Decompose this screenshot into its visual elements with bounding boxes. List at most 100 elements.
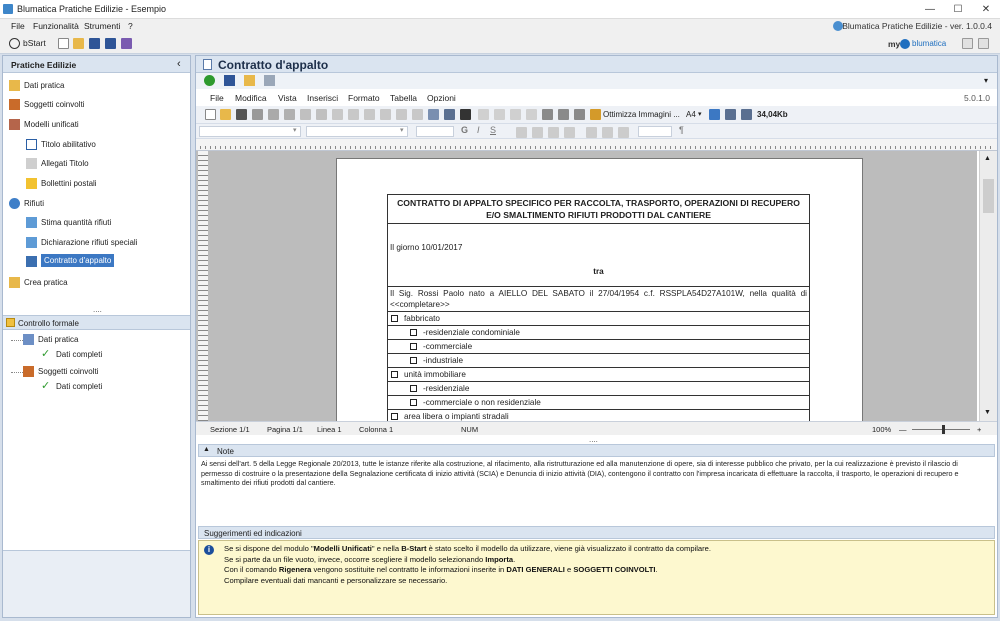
undo-icon[interactable]: [300, 109, 311, 120]
open-icon[interactable]: [220, 109, 231, 120]
page-layout-icon[interactable]: [709, 109, 720, 120]
bstart-button[interactable]: bStart: [23, 38, 46, 48]
italic-icon[interactable]: I: [477, 125, 480, 135]
zoom-out-icon[interactable]: —: [899, 425, 907, 434]
maximize-button[interactable]: ☐: [944, 0, 972, 19]
splitter-grip[interactable]: ....: [93, 305, 102, 314]
page-width-icon[interactable]: [725, 109, 736, 120]
preview-icon[interactable]: [558, 109, 569, 120]
link-icon[interactable]: [364, 109, 375, 120]
vertical-scrollbar[interactable]: ▲ ▼: [979, 151, 997, 421]
contract-row: unità immobiliare: [387, 367, 810, 382]
zoom-slider-track[interactable]: [912, 425, 970, 434]
refresh-icon[interactable]: [204, 75, 215, 86]
bullets-icon[interactable]: [586, 127, 597, 138]
checkbox[interactable]: [410, 399, 417, 406]
image-icon[interactable]: [348, 109, 359, 120]
checkbox[interactable]: [410, 329, 417, 336]
spellcheck-icon[interactable]: [574, 109, 585, 120]
checkbox[interactable]: [410, 385, 417, 392]
underline-icon[interactable]: S: [490, 125, 496, 135]
copy-icon[interactable]: [268, 109, 279, 120]
checkbox[interactable]: [391, 413, 398, 420]
cell-split-icon[interactable]: [494, 109, 505, 120]
vertical-ruler[interactable]: [198, 151, 208, 421]
field-icon[interactable]: [380, 109, 391, 120]
row-insert-icon[interactable]: [510, 109, 521, 120]
splitter-grip[interactable]: ....: [589, 435, 598, 444]
scroll-thumb[interactable]: [983, 179, 994, 213]
editor-menu-vista[interactable]: Vista: [278, 93, 297, 103]
new-doc-icon[interactable]: [205, 109, 216, 120]
redo-icon[interactable]: [316, 109, 327, 120]
paste-icon[interactable]: [284, 109, 295, 120]
indent-icon[interactable]: [618, 127, 629, 138]
cell-merge-icon[interactable]: [478, 109, 489, 120]
user-icon[interactable]: [962, 38, 973, 49]
zoom-in-icon[interactable]: +: [977, 425, 981, 434]
minimize-button[interactable]: —: [916, 0, 944, 19]
checkbox[interactable]: [410, 357, 417, 364]
columns-icon[interactable]: [428, 109, 439, 120]
menu-file[interactable]: File: [11, 21, 25, 31]
save-icon[interactable]: [224, 75, 235, 86]
editor-menu-modifica[interactable]: Modifica: [235, 93, 267, 103]
open-folder-icon[interactable]: [73, 38, 84, 49]
move-icon[interactable]: [741, 109, 752, 120]
justify-icon[interactable]: [564, 127, 575, 138]
checkbox[interactable]: [391, 371, 398, 378]
section-icon[interactable]: [444, 109, 455, 120]
editor-menu-opzioni[interactable]: Opzioni: [427, 93, 456, 103]
settings-icon[interactable]: [978, 38, 989, 49]
optimize-images-button[interactable]: Ottimizza Immagini ...: [603, 110, 680, 119]
page-size-select[interactable]: A4: [686, 110, 696, 119]
chevron-down-icon[interactable]: ▾: [698, 110, 702, 118]
save-icon[interactable]: [89, 38, 100, 49]
cut-icon[interactable]: [236, 109, 247, 120]
horizontal-ruler[interactable]: [196, 139, 997, 151]
font-size-select[interactable]: [416, 126, 454, 137]
table-icon[interactable]: [332, 109, 343, 120]
editor-menu-file[interactable]: File: [210, 93, 224, 103]
zoom-slider-thumb[interactable]: [942, 425, 946, 434]
close-button[interactable]: ✕: [972, 0, 1000, 19]
menu-funzionalita[interactable]: Funzionalità: [33, 21, 79, 31]
scroll-down-icon[interactable]: ▼: [984, 409, 991, 416]
collapse-icon[interactable]: ▲: [203, 446, 210, 453]
font-select[interactable]: [306, 126, 408, 137]
notes-text[interactable]: Ai sensi dell'art. 5 della Legge Regiona…: [201, 459, 984, 518]
optimize-images-icon[interactable]: [590, 109, 601, 120]
save-all-icon[interactable]: [105, 38, 116, 49]
grid-icon[interactable]: [460, 109, 471, 120]
bold-icon[interactable]: G: [461, 125, 468, 135]
editor-menu-formato[interactable]: Formato: [348, 93, 380, 103]
style-select[interactable]: [199, 126, 301, 137]
collapse-panel-button[interactable]: ‹: [177, 58, 181, 70]
suggestion-line-4: Compilare eventuali dati mancanti e pers…: [224, 575, 448, 585]
checkbox[interactable]: [410, 343, 417, 350]
print-icon[interactable]: [252, 109, 263, 120]
header-icon[interactable]: [412, 109, 423, 120]
export-icon[interactable]: [121, 38, 132, 49]
find-icon[interactable]: [542, 109, 553, 120]
chevron-down-icon[interactable]: ▾: [984, 76, 988, 85]
editor-menu-inserisci[interactable]: Inserisci: [307, 93, 338, 103]
tools-icon[interactable]: [264, 75, 275, 86]
document-page[interactable]: CONTRATTO DI APPALTO SPECIFICO PER RACCO…: [336, 158, 863, 421]
new-file-icon[interactable]: [58, 38, 69, 49]
import-icon[interactable]: [244, 75, 255, 86]
pilcrow-icon[interactable]: ¶: [679, 125, 684, 135]
checkbox-label: area libera o impianti stradali: [404, 412, 509, 421]
menu-strumenti[interactable]: Strumenti: [84, 21, 120, 31]
align-left-icon[interactable]: [516, 127, 527, 138]
editor-menu-tabella[interactable]: Tabella: [390, 93, 417, 103]
checkbox[interactable]: [391, 315, 398, 322]
numbering-icon[interactable]: [602, 127, 613, 138]
symbol-icon[interactable]: [396, 109, 407, 120]
align-right-icon[interactable]: [548, 127, 559, 138]
align-center-icon[interactable]: [532, 127, 543, 138]
color-select[interactable]: [638, 126, 672, 137]
menu-help[interactable]: ?: [128, 21, 133, 31]
scroll-up-icon[interactable]: ▲: [984, 155, 991, 162]
row-delete-icon[interactable]: [526, 109, 537, 120]
